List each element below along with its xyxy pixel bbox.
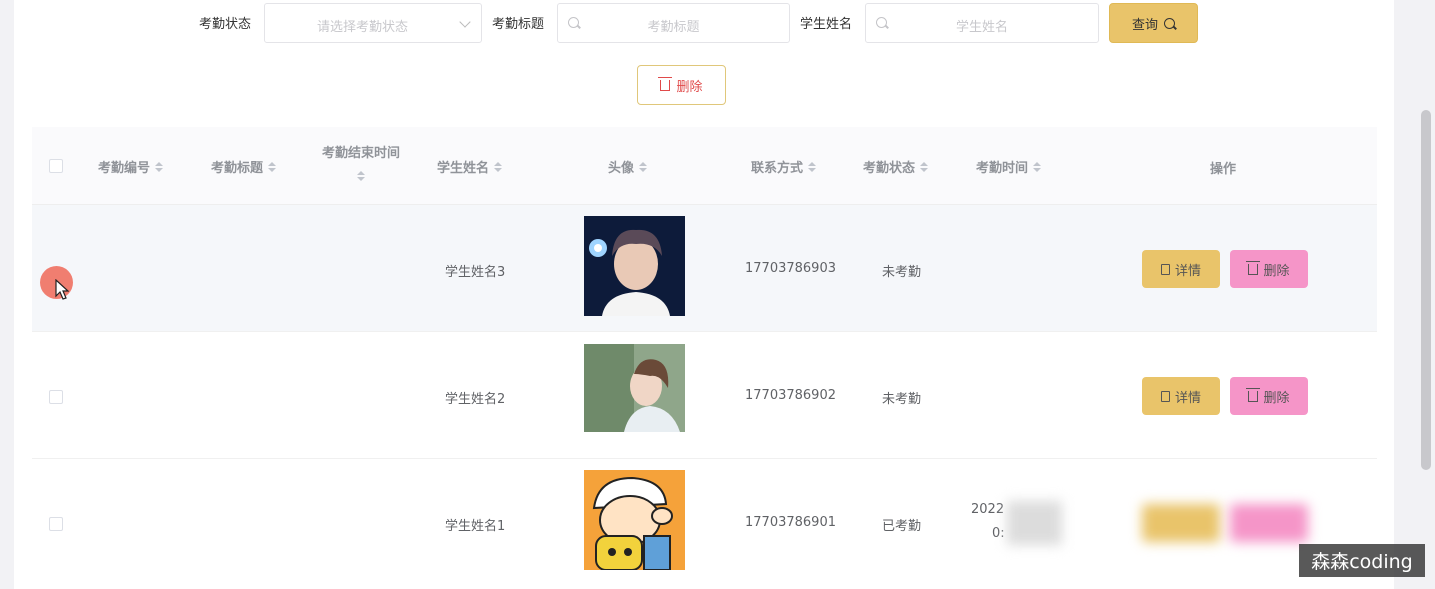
batch-delete-button[interactable]: 删除: [637, 65, 726, 105]
time-cell: 2022: [971, 502, 1005, 517]
column-header-time[interactable]: 考勤时间: [976, 157, 1042, 176]
status-cell: 未考勤: [882, 392, 922, 407]
column-label: 联系方式: [751, 161, 804, 176]
delete-button-label: 删除: [1263, 390, 1290, 406]
vertical-scrollbar[interactable]: [1421, 110, 1431, 470]
sort-icon[interactable]: [268, 161, 277, 172]
query-button-label: 查询: [1131, 17, 1158, 33]
avatar-image: [584, 470, 685, 570]
watermark: 森森coding: [1299, 544, 1425, 577]
detail-button-label: 详情: [1174, 390, 1201, 406]
title-input-placeholder: 考勤标题: [647, 20, 700, 35]
column-header-id[interactable]: 考勤编号: [98, 157, 164, 176]
student-avatar: [584, 470, 685, 570]
document-icon: [1160, 263, 1170, 275]
table-row: 学生姓名2 17703786902 未考勤 详情 删除: [32, 332, 1377, 459]
row-checkbox[interactable]: [49, 517, 63, 531]
attendance-table: 考勤编号 考勤标题 考勤结束时间 学生姓名 头像 联系方式 考勤状态 考勤时间 …: [32, 127, 1377, 589]
trash-icon: [1246, 387, 1261, 402]
select-all-checkbox[interactable]: [49, 159, 63, 173]
status-cell: 未考勤: [882, 265, 922, 280]
document-icon: [1160, 390, 1170, 402]
column-header-title[interactable]: 考勤标题: [211, 157, 277, 176]
student-name-cell: 学生姓名3: [445, 265, 506, 280]
sort-icon[interactable]: [494, 161, 503, 172]
phone-cell: 17703786903: [745, 261, 836, 276]
title-filter-label: 考勤标题: [492, 17, 545, 32]
phone-cell: 17703786901: [745, 515, 836, 530]
avatar-image: [584, 344, 685, 432]
delete-button-label: 删除: [1263, 263, 1290, 279]
detail-button-label: 详情: [1174, 263, 1201, 279]
column-label: 头像: [608, 161, 635, 176]
table-row: 学生姓名3 17703786903 未考勤 详情 删除: [32, 205, 1377, 332]
search-icon: [1164, 17, 1175, 29]
name-filter-label: 学生姓名: [800, 17, 853, 32]
name-input-placeholder: 学生姓名: [955, 20, 1008, 35]
delete-button[interactable]: 删除: [1230, 250, 1308, 288]
delete-button[interactable]: 删除: [1230, 377, 1308, 415]
sort-icon[interactable]: [808, 161, 817, 172]
blurred-time: [1007, 501, 1062, 545]
column-label: 操作: [1210, 162, 1237, 177]
status-cell: 已考勤: [882, 519, 922, 534]
trash-icon: [1246, 260, 1261, 275]
table-row: 学生姓名1 17703786901 已考勤 2022 0:: [32, 459, 1377, 586]
sort-icon[interactable]: [639, 161, 648, 172]
sort-icon[interactable]: [920, 161, 929, 172]
column-label: 考勤状态: [863, 161, 916, 176]
column-label: 考勤结束时间: [322, 146, 401, 161]
column-header-avatar[interactable]: 头像: [608, 157, 648, 176]
student-avatar: [584, 216, 685, 316]
trash-icon: [658, 76, 673, 91]
delete-button[interactable]: [1230, 504, 1308, 542]
sort-icon[interactable]: [1033, 161, 1042, 172]
detail-button[interactable]: 详情: [1142, 250, 1220, 288]
mouse-cursor-icon: [55, 279, 69, 300]
time-cell-line2: 0:: [992, 526, 1005, 541]
column-header-student-name[interactable]: 学生姓名: [437, 157, 503, 176]
title-search-input[interactable]: 考勤标题: [557, 3, 790, 43]
status-select[interactable]: 请选择考勤状态: [264, 3, 482, 43]
query-button[interactable]: 查询: [1109, 3, 1198, 43]
column-header-status[interactable]: 考勤状态: [863, 157, 929, 176]
status-select-placeholder: 请选择考勤状态: [317, 20, 409, 35]
row-checkbox[interactable]: [49, 390, 63, 404]
sort-icon[interactable]: [357, 171, 365, 181]
column-header-phone[interactable]: 联系方式: [751, 157, 817, 176]
table-header: 考勤编号 考勤标题 考勤结束时间 学生姓名 头像 联系方式 考勤状态 考勤时间 …: [32, 127, 1377, 205]
student-name-cell: 学生姓名2: [445, 392, 506, 407]
avatar-image: [584, 216, 685, 316]
column-label: 学生姓名: [437, 161, 490, 176]
chevron-down-icon: [459, 16, 471, 28]
batch-delete-label: 删除: [676, 79, 703, 95]
student-avatar: [584, 344, 685, 444]
student-name-cell: 学生姓名1: [445, 519, 506, 534]
column-header-actions: 操作: [1210, 158, 1236, 177]
status-filter-label: 考勤状态: [199, 17, 252, 32]
detail-button[interactable]: [1142, 504, 1220, 542]
column-label: 考勤编号: [98, 161, 151, 176]
name-search-input[interactable]: 学生姓名: [865, 3, 1099, 43]
detail-button[interactable]: 详情: [1142, 377, 1220, 415]
phone-cell: 17703786902: [745, 388, 836, 403]
sort-icon[interactable]: [155, 161, 164, 172]
column-label: 考勤标题: [211, 161, 264, 176]
column-header-end-time[interactable]: 考勤结束时间: [322, 142, 400, 181]
column-label: 考勤时间: [976, 161, 1029, 176]
